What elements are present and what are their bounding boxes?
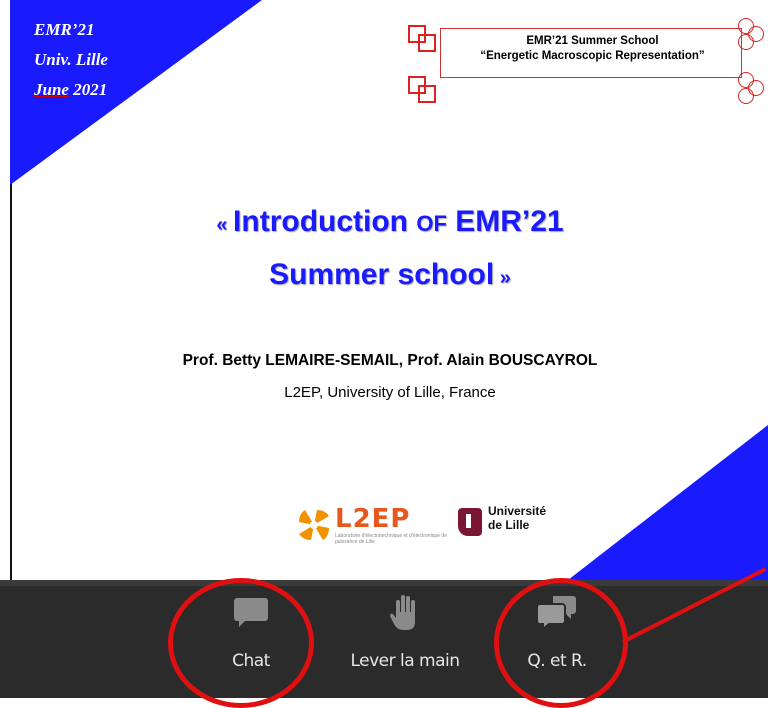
corner-event: EMR’21: [34, 20, 95, 39]
title-close-quote: »: [494, 267, 511, 289]
title-part1: Introduction: [233, 205, 417, 238]
emr-logo-circle: [738, 88, 754, 104]
emr-logo-square: [418, 34, 436, 52]
presentation-slide: EMR’21 Univ. Lille June 2021 EMR’21 Summ…: [0, 0, 768, 580]
title-of: OF: [416, 211, 447, 236]
blue-corner-triangle-bottom: [568, 425, 768, 580]
slide-authors: Prof. Betty LEMAIRE-SEMAIL, Prof. Alain …: [182, 352, 598, 369]
annotation-circle-chat: [168, 578, 314, 708]
raise-hand-button[interactable]: Lever la main: [330, 592, 480, 671]
universite-lille-mark-icon: [458, 508, 482, 536]
meeting-toolbar: Chat Lever la main Q. et R.: [0, 580, 768, 698]
l2ep-wordmark: L2EP: [335, 504, 411, 534]
corner-month: June: [34, 80, 69, 99]
slide-affiliation: L2EP, University of Lille, France: [284, 384, 496, 401]
univ-line1: Université: [488, 504, 547, 518]
annotation-circle-qa: [494, 578, 628, 708]
slide-title-line1: « Introduction OF EMR’21: [70, 197, 710, 250]
slide-title-line2: Summer school »: [70, 250, 710, 303]
univ-line2: de Lille: [488, 518, 530, 532]
title-open-quote: «: [216, 214, 234, 236]
raise-hand-label: Lever la main: [350, 651, 460, 671]
emr-logo-square: [418, 85, 436, 103]
universite-lille-logo: Université de Lille: [458, 504, 578, 544]
corner-date: June 2021: [34, 80, 107, 100]
l2ep-subtitle: Laboratoire d'électrotechnique et d'élec…: [335, 533, 447, 545]
universite-lille-text: Université de Lille: [488, 504, 546, 532]
emr-logo-line2: “Energetic Macroscopic Representation”: [480, 50, 705, 62]
l2ep-logo: L2EP Laboratoire d'électrotechnique et d…: [295, 504, 455, 545]
l2ep-sunburst-icon: [299, 510, 329, 540]
corner-venue: Univ. Lille: [34, 50, 108, 69]
title-part2: EMR’21: [446, 205, 564, 238]
emr-logo-line1: EMR’21 Summer School: [526, 35, 659, 47]
emr-logo-text: EMR’21 Summer School “Energetic Macrosco…: [440, 34, 745, 64]
slide-title: « Introduction OF EMR’21 Summer school »: [70, 197, 710, 303]
raised-hand-icon: [390, 595, 415, 630]
corner-year: 2021: [68, 80, 108, 99]
title-line2-text: Summer school: [269, 258, 495, 291]
